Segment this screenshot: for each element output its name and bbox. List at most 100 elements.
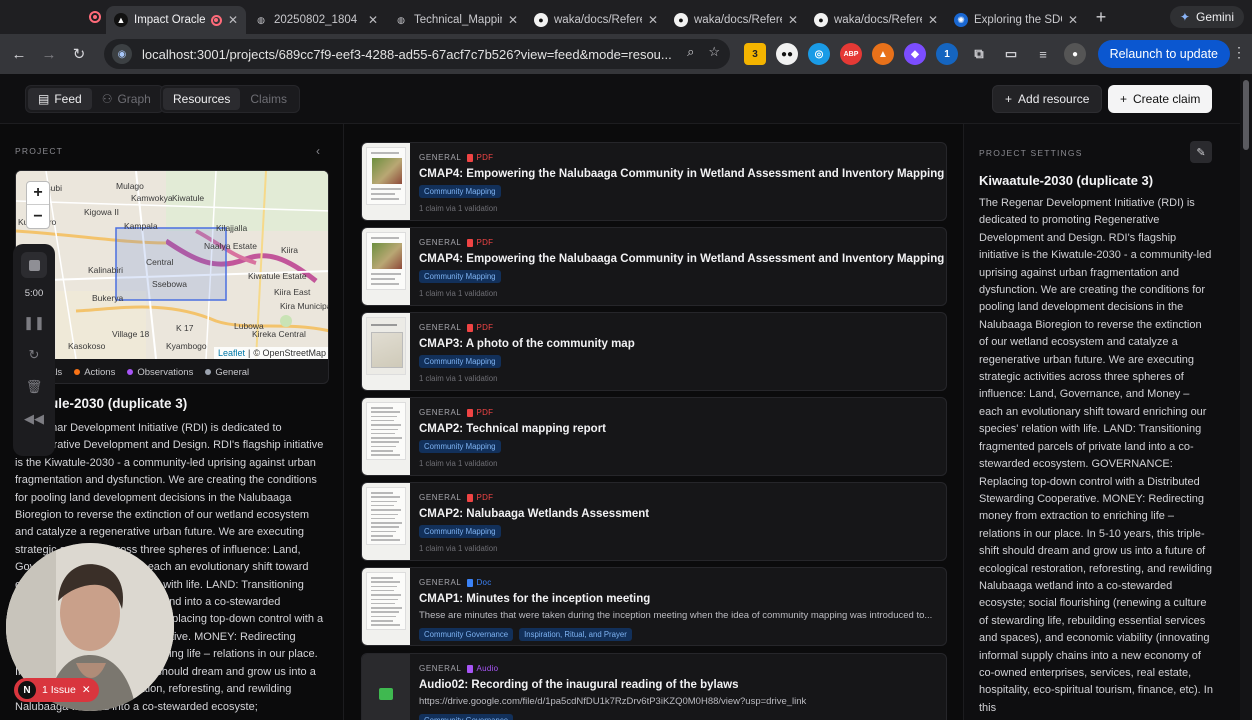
resource-card[interactable]: GENERAL Audio Audio02: Recording of the in… (361, 653, 947, 720)
collapse-panel-button[interactable]: ‹ (316, 144, 320, 158)
extensions-puzzle-icon[interactable]: ⧉ (968, 43, 990, 65)
zoom-in-button[interactable]: + (27, 182, 49, 205)
resource-tag[interactable]: Community Mapping (419, 355, 501, 368)
audio-file-icon (467, 664, 474, 673)
osm-attribution[interactable]: © OpenStreetMap (253, 348, 326, 358)
resource-title[interactable]: CMAP2: Technical mapping report (419, 423, 606, 435)
tab-claims-label: Claims (250, 92, 288, 106)
site-info-icon[interactable]: ◉ (112, 44, 132, 64)
extension-blue-icon[interactable]: ◎ (808, 43, 830, 65)
relaunch-button[interactable]: Relaunch to update (1097, 40, 1230, 68)
extension-fox-icon[interactable]: ▲ (872, 43, 894, 65)
close-tab-icon[interactable]: ✕ (788, 13, 798, 27)
sparkle-icon: ✦ (1179, 10, 1190, 24)
reload-button[interactable]: ↻ (64, 45, 94, 63)
close-tab-icon[interactable]: ✕ (508, 13, 518, 27)
resource-title[interactable]: CMAP4: Empowering the Nalubaaga Communit… (419, 253, 944, 265)
extension-yellow-icon[interactable]: 3 (744, 43, 766, 65)
resource-title[interactable]: CMAP1: Minutes for the inception meeting (419, 593, 650, 605)
issues-badge[interactable]: N 1 Issue ✕ (14, 678, 99, 702)
tab-search-icon[interactable]: ▭ (1000, 43, 1022, 65)
resource-tag[interactable]: Community Governance (419, 714, 514, 720)
zoom-out-button[interactable]: − (27, 205, 49, 228)
browser-tab[interactable]: ◍ 20250802_1804 ✕ (246, 6, 386, 34)
extension-badge-icon[interactable]: 1 (936, 43, 958, 65)
restart-icon[interactable]: ↻ (29, 347, 40, 363)
tab-claims[interactable]: Claims (240, 88, 297, 110)
pause-icon[interactable]: ❚❚ (23, 315, 45, 331)
resource-card[interactable]: GENERAL PDF CMAP4: Empowering the Nalubaag… (361, 227, 947, 306)
resource-type-label: Audio (476, 664, 499, 673)
tab-graph[interactable]: ⚇ Graph (92, 88, 161, 110)
profile-avatar-icon[interactable]: ● (1064, 43, 1086, 65)
map-card: KasubiMulagoCentralKiwatuleKigowa IIKamw… (15, 170, 329, 384)
browser-tab[interactable]: ✺ Exploring the SDGs ✕ (946, 6, 1086, 34)
browser-menu-icon[interactable]: ⋮ (1232, 44, 1246, 61)
legend-label: Actions (84, 366, 116, 378)
resource-title[interactable]: CMAP3: A photo of the community map (419, 338, 635, 350)
search-icon[interactable]: ⌕ (687, 44, 694, 60)
legend-item[interactable]: Observations (127, 367, 193, 378)
resource-tag[interactable]: Community Mapping (419, 440, 501, 453)
url-text[interactable]: localhost:3001/projects/689cc7f9-eef3-42… (142, 47, 672, 62)
resource-tag[interactable]: Community Mapping (419, 270, 501, 283)
close-tab-icon[interactable]: ✕ (368, 13, 378, 27)
map-place-label: Central (146, 257, 174, 267)
browser-tab[interactable]: ● waka/docs/Reference ✕ (666, 6, 806, 34)
close-icon[interactable]: ✕ (82, 684, 91, 696)
adblock-icon[interactable]: ABP (840, 43, 862, 65)
bookmark-star-icon[interactable]: ☆ (708, 44, 720, 60)
forward-button[interactable]: → (34, 46, 64, 63)
address-bar[interactable]: ◉ localhost:3001/projects/689cc7f9-eef3-… (104, 39, 730, 69)
extension-purple-icon[interactable]: ◆ (904, 43, 926, 65)
resource-tag[interactable]: Inspiration, Ritual, and Prayer (519, 628, 632, 641)
globe-icon: ◍ (397, 14, 405, 25)
resource-tag[interactable]: Community Mapping (419, 185, 501, 198)
resource-title[interactable]: CMAP4: Empowering the Nalubaaga Communit… (419, 168, 944, 180)
issue-count-label: 1 Issue (42, 684, 76, 696)
browser-tab[interactable]: ▲ Impact Oracle ✕ (106, 6, 246, 34)
resource-meta: GENERAL PDF (419, 238, 493, 247)
close-tab-icon[interactable]: ✕ (928, 13, 938, 27)
close-tab-icon[interactable]: ✕ (1068, 13, 1078, 27)
gemini-button[interactable]: ✦ Gemini (1169, 6, 1244, 28)
scrollbar-thumb[interactable] (1243, 80, 1249, 150)
tab-feed[interactable]: ▤ Feed (28, 88, 92, 110)
collapse-recorder-icon[interactable]: ◀◀ (24, 411, 44, 427)
map-place-label: Kiira (281, 245, 299, 255)
resource-tag[interactable]: Community Mapping (419, 525, 501, 538)
resource-card[interactable]: GENERAL PDF CMAP2: Technical mapping repor… (361, 397, 947, 476)
map-place-label: Village 18 (112, 329, 150, 339)
resource-title[interactable]: CMAP2: Nalubaaga Wetlands Assessment (419, 508, 649, 520)
map-place-label: Kasokoso (68, 341, 106, 351)
media-controls-icon[interactable]: ≡ (1032, 43, 1054, 65)
stop-recording-button[interactable] (21, 252, 47, 278)
leaflet-link[interactable]: Leaflet (218, 348, 245, 358)
legend-item[interactable]: Actions (74, 367, 115, 378)
legend-item[interactable]: General (205, 367, 249, 378)
edit-settings-button[interactable]: ✎ (1190, 141, 1212, 163)
tab-resources-label: Resources (173, 92, 231, 106)
browser-tab[interactable]: ● waka/docs/Reference ✕ (526, 6, 666, 34)
resource-card[interactable]: GENERAL Doc CMAP1: Minutes for the incepti… (361, 567, 947, 646)
extension-dots-icon[interactable]: ●● (776, 43, 798, 65)
trash-icon[interactable]: 🗑 (26, 379, 43, 395)
tab-resources[interactable]: Resources (163, 88, 241, 110)
resource-type: PDF (467, 493, 493, 502)
resource-tag[interactable]: Community Governance (419, 628, 514, 641)
create-claim-button[interactable]: + Create claim (1108, 85, 1213, 113)
resource-title[interactable]: Audio02: Recording of the inaugural read… (419, 679, 738, 691)
page-scrollbar[interactable] (1240, 74, 1252, 720)
project-map[interactable]: KasubiMulagoCentralKiwatuleKigowa IIKamw… (16, 171, 328, 359)
browser-tab[interactable]: ◍ Technical_Mapping ✕ (386, 6, 526, 34)
resource-card[interactable]: GENERAL PDF CMAP4: Empowering the Nalubaag… (361, 142, 947, 221)
resource-card[interactable]: GENERAL PDF CMAP3: A photo of the communit… (361, 312, 947, 391)
add-resource-button[interactable]: + Add resource (992, 85, 1103, 113)
back-button[interactable]: ← (4, 46, 34, 63)
resource-card[interactable]: GENERAL PDF CMAP2: Nalubaaga Wetlands Asse… (361, 482, 947, 561)
recording-indicator[interactable] (84, 11, 106, 23)
close-tab-icon[interactable]: ✕ (228, 13, 238, 27)
browser-tab[interactable]: ● waka/docs/Reference ✕ (806, 6, 946, 34)
close-tab-icon[interactable]: ✕ (648, 13, 658, 27)
new-tab-button[interactable]: + (1086, 7, 1116, 28)
